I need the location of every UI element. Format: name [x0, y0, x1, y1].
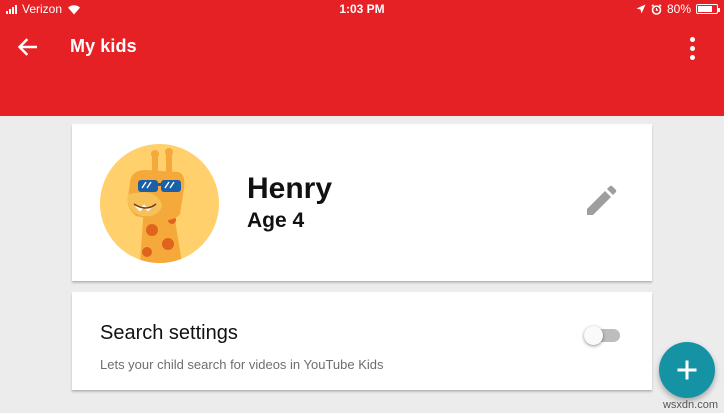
avatar — [100, 144, 219, 263]
more-options-button[interactable] — [684, 33, 700, 63]
more-vert-icon — [689, 36, 695, 42]
battery-percent: 80% — [666, 2, 691, 16]
screen: Verizon 1:03 PM 80% My kids Henry Age 4 … — [0, 0, 724, 413]
app-header: Verizon 1:03 PM 80% My kids — [0, 0, 724, 116]
pencil-icon — [587, 185, 617, 215]
back-button[interactable] — [14, 35, 40, 59]
kid-name: Henry — [247, 172, 333, 205]
search-settings-card: Search settings Lets your child search f… — [72, 292, 652, 390]
status-bar: Verizon 1:03 PM 80% — [0, 0, 724, 20]
battery-icon — [696, 4, 720, 14]
search-settings-description: Lets your child search for videos in You… — [100, 357, 384, 372]
toggle-thumb — [584, 326, 603, 345]
kid-profile-card[interactable]: Henry Age 4 — [72, 124, 652, 281]
giraffe-avatar-icon — [127, 148, 185, 263]
plus-icon — [677, 360, 697, 380]
location-icon — [636, 4, 646, 14]
alarm-icon — [651, 3, 662, 15]
back-arrow-icon — [17, 38, 37, 56]
kid-age: Age 4 — [247, 209, 305, 232]
page-title: My kids — [70, 36, 137, 56]
status-right: 80% — [636, 2, 720, 16]
add-kid-button[interactable] — [659, 342, 715, 398]
watermark: wsxdn.com — [662, 399, 718, 411]
edit-profile-button[interactable] — [582, 184, 618, 220]
battery-fill — [698, 6, 713, 12]
status-time: 1:03 PM — [339, 2, 385, 16]
search-settings-toggle[interactable] — [584, 324, 622, 346]
search-settings-title: Search settings — [100, 322, 238, 344]
